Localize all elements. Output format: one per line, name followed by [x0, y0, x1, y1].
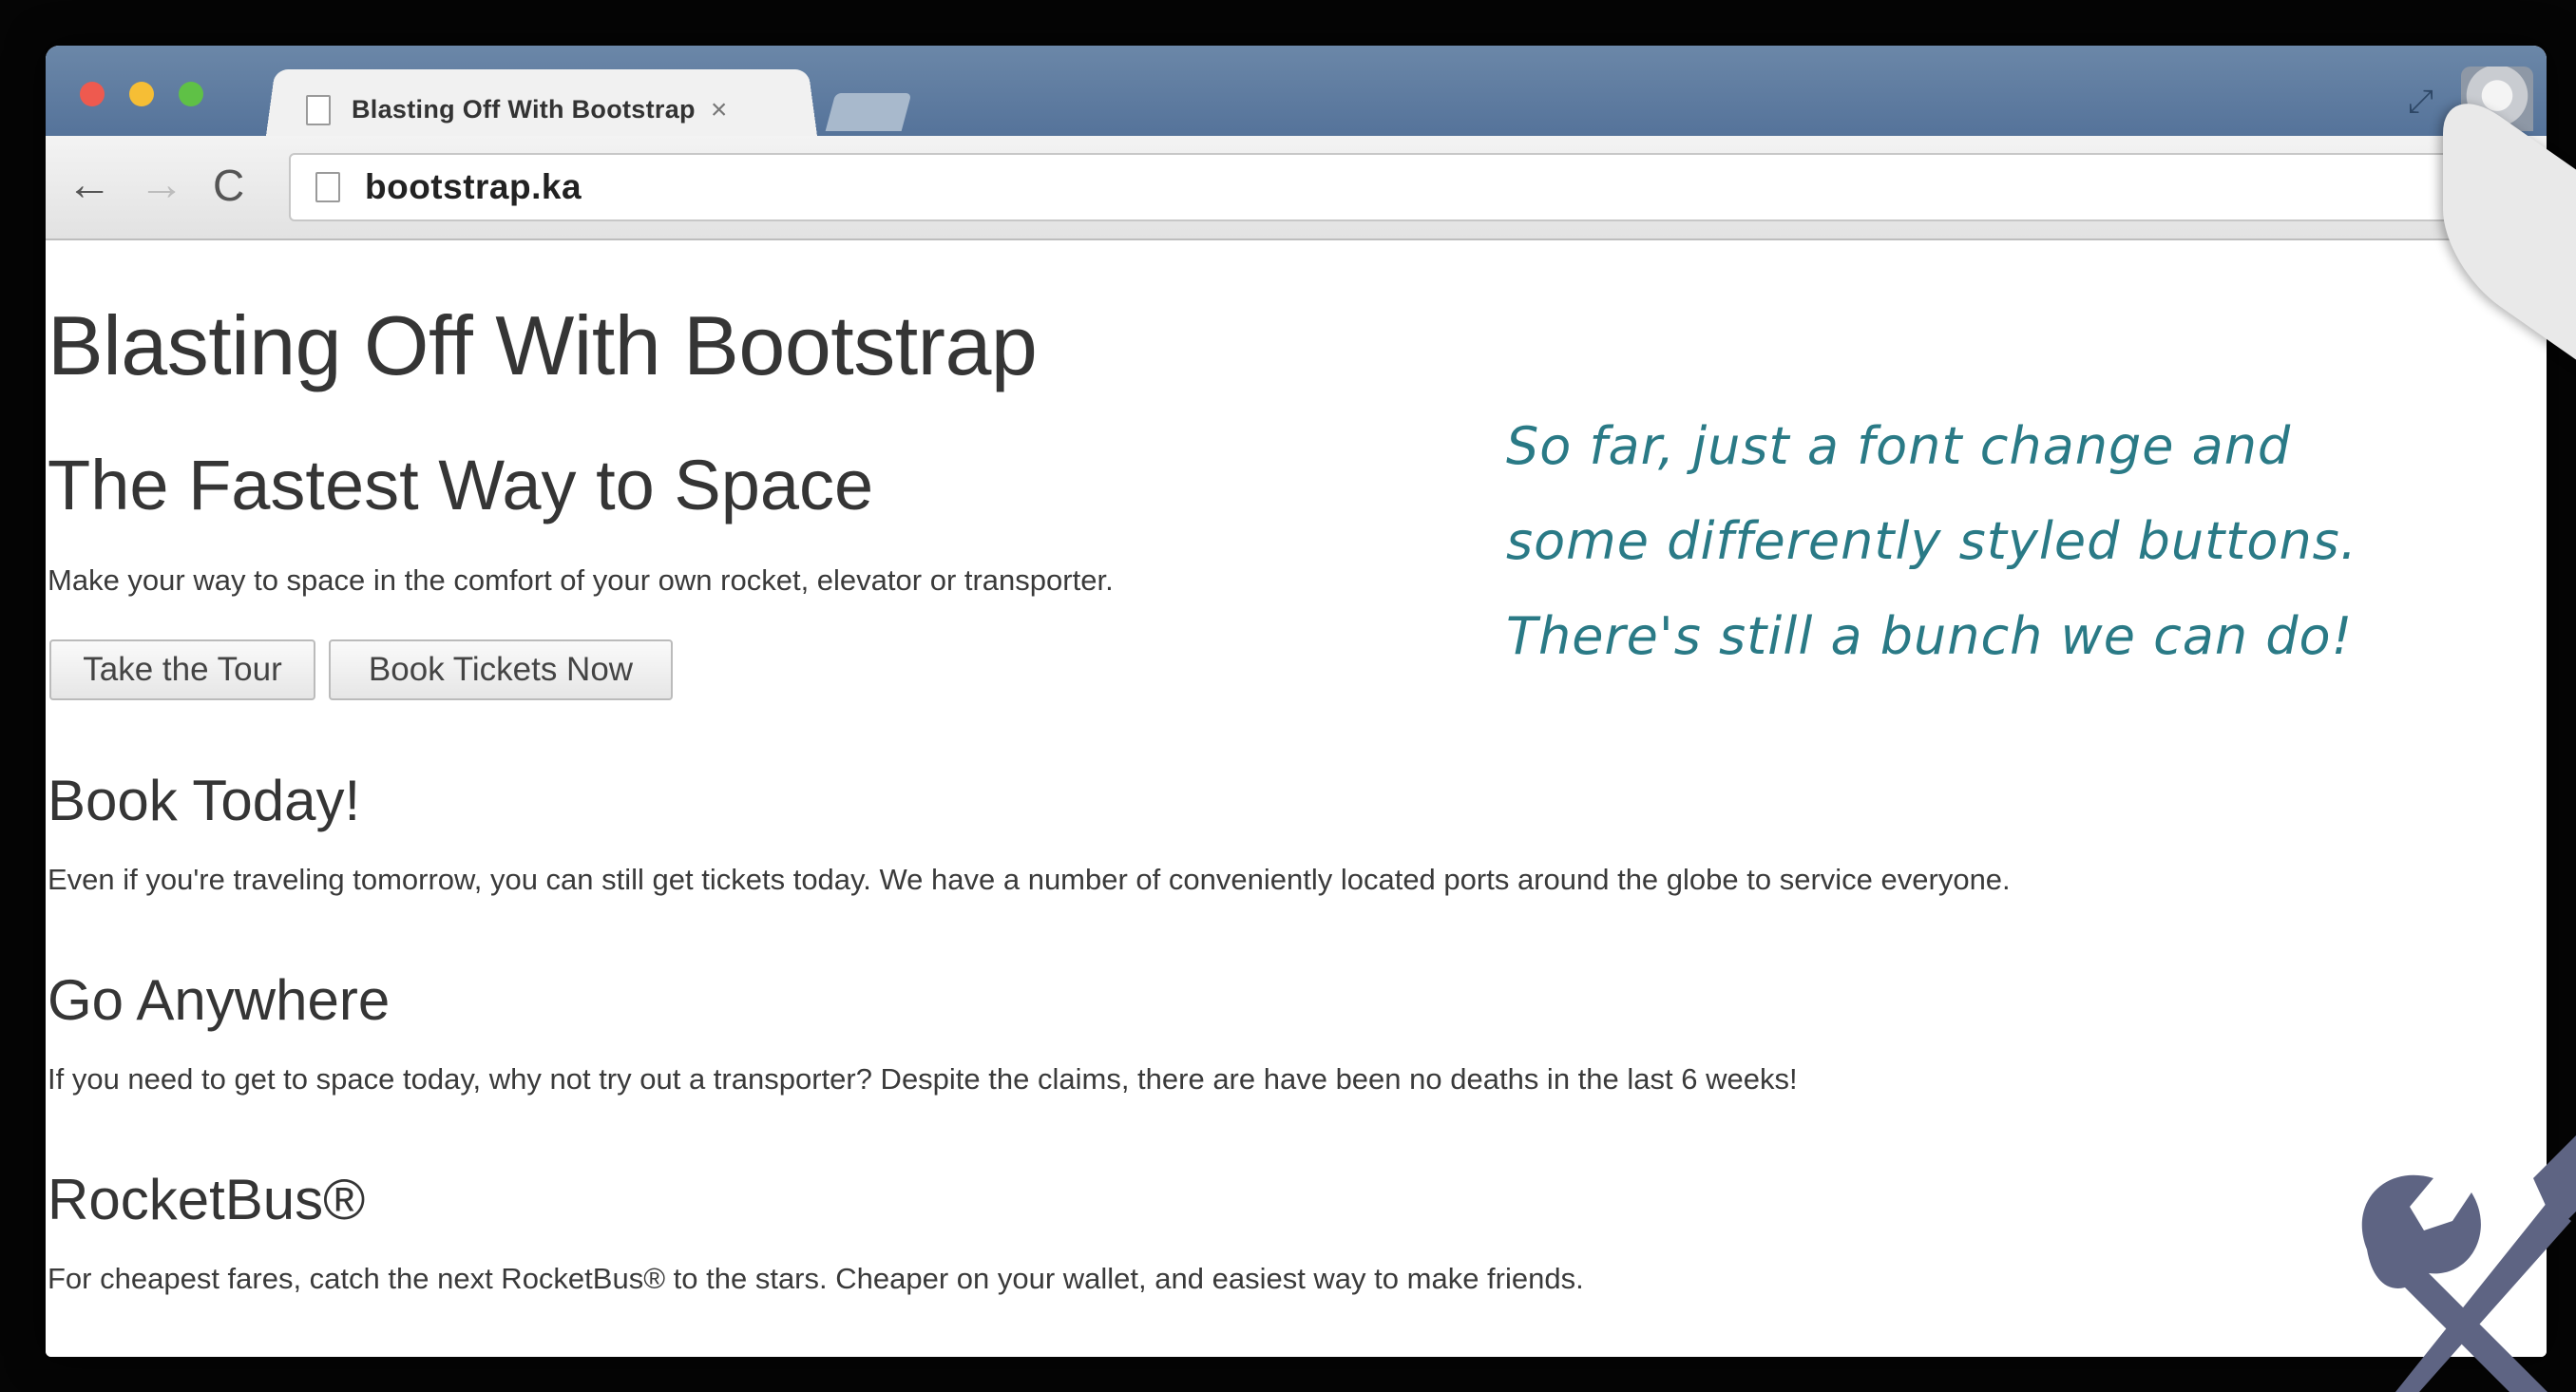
page-subtitle: The Fastest Way to Space	[48, 446, 874, 524]
slide-stage: Blasting Off With Bootstrap × ⤢ ← → C bo…	[0, 0, 2576, 1392]
tab-title: Blasting Off With Bootstrap	[352, 95, 696, 124]
section-text-rocketbus: For cheapest fares, catch the next Rocke…	[48, 1262, 1584, 1295]
browser-toolbar: ← → C bootstrap.ka	[46, 136, 2547, 240]
section-text-go-anywhere: If you need to get to space today, why n…	[48, 1062, 1798, 1096]
section-heading-book-today: Book Today!	[48, 769, 361, 832]
section-heading-rocketbus: RocketBus®	[48, 1168, 366, 1231]
annotation-line: some differently styled buttons.	[1506, 511, 2357, 571]
browser-window: Blasting Off With Bootstrap × ⤢ ← → C bo…	[46, 46, 2547, 1357]
fullscreen-icon[interactable]: ⤢	[2408, 84, 2442, 120]
section-heading-go-anywhere: Go Anywhere	[48, 968, 391, 1032]
close-window-button[interactable]	[80, 82, 105, 106]
page-favicon-icon	[306, 94, 331, 125]
page-title: Blasting Off With Bootstrap	[48, 298, 1038, 392]
section-text-book-today: Even if you're traveling tomorrow, you c…	[48, 863, 2011, 896]
address-bar-url[interactable]: bootstrap.ka	[365, 167, 582, 207]
browser-titlebar: Blasting Off With Bootstrap × ⤢	[46, 46, 2547, 136]
annotation-line: So far, just a font change and	[1506, 416, 2292, 476]
lead-paragraph: Make your way to space in the comfort of…	[48, 563, 1114, 597]
annotation-line: There's still a bunch we can do!	[1506, 606, 2354, 666]
handwritten-annotation: So far, just a font change and some diff…	[1506, 399, 2504, 684]
page-icon	[315, 172, 340, 202]
book-tickets-now-button[interactable]: Book Tickets Now	[329, 639, 673, 700]
new-tab-button[interactable]	[825, 93, 912, 131]
minimize-window-button[interactable]	[129, 82, 154, 106]
maximize-window-button[interactable]	[179, 82, 203, 106]
address-bar[interactable]: bootstrap.ka	[289, 153, 2478, 221]
wrench-screwdriver-icon	[2361, 1135, 2576, 1392]
forward-arrow-icon[interactable]: →	[139, 159, 184, 212]
browser-tab-content[interactable]: Blasting Off With Bootstrap ×	[283, 84, 727, 136]
back-arrow-icon[interactable]: ←	[67, 159, 112, 212]
reload-icon[interactable]: C	[213, 159, 244, 212]
take-the-tour-button[interactable]: Take the Tour	[49, 639, 315, 700]
tab-close-icon[interactable]: ×	[711, 94, 728, 126]
